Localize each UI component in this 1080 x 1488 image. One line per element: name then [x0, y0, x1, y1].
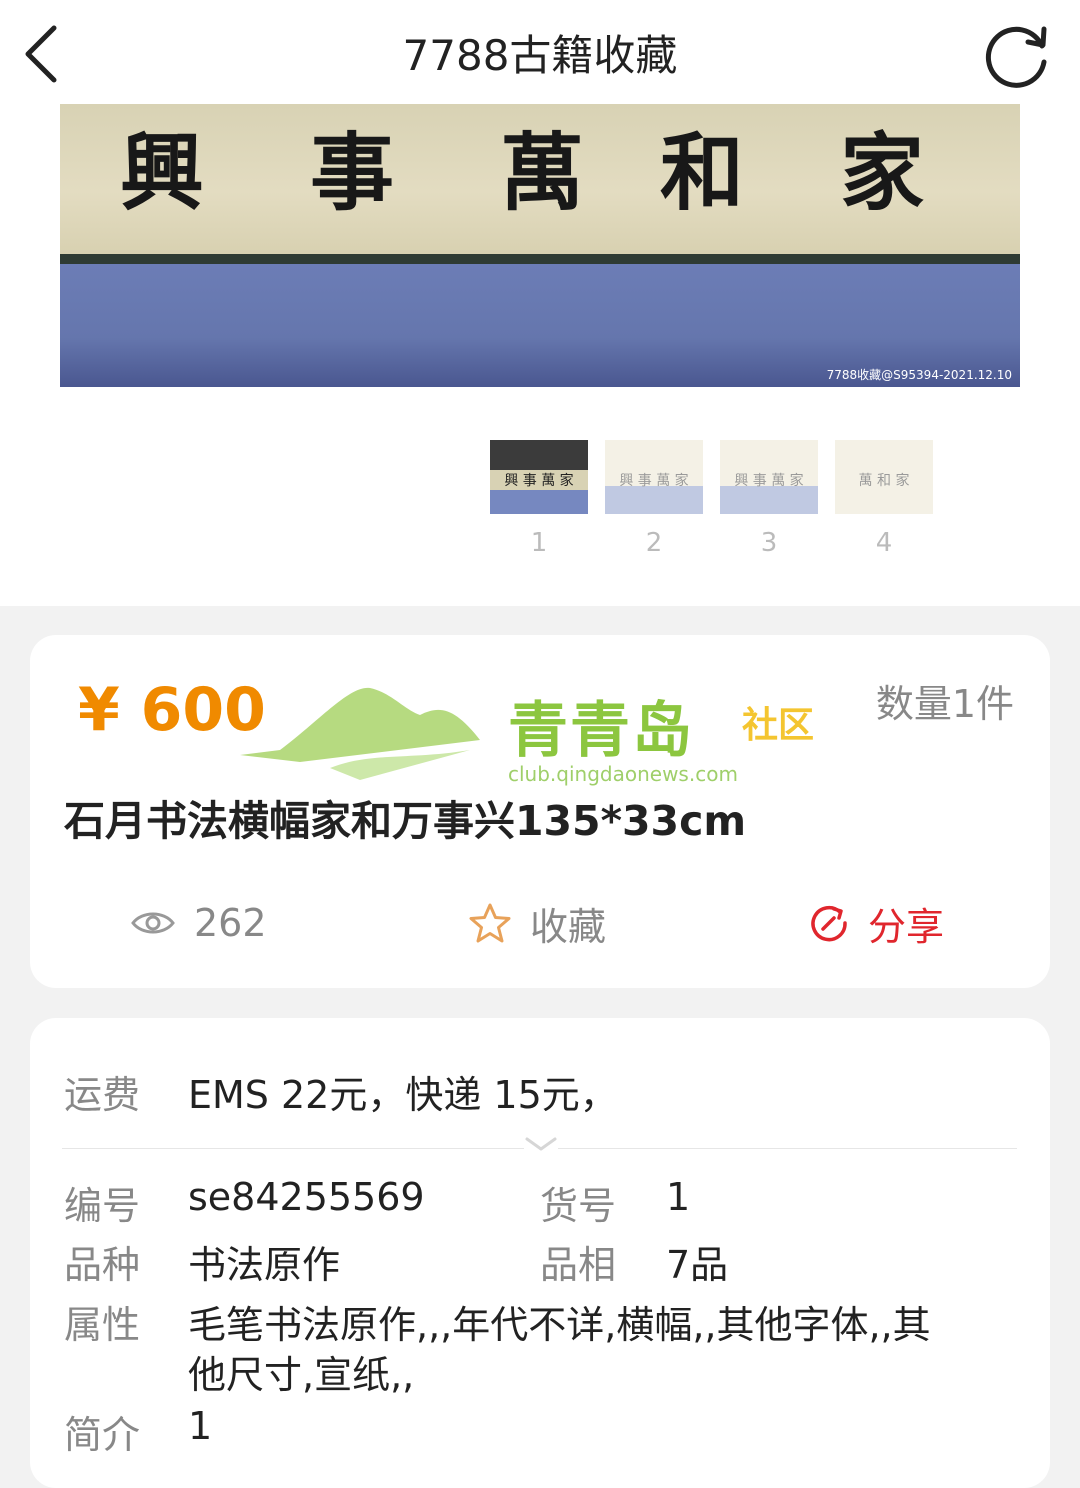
share-label: 分享: [868, 904, 945, 949]
calligraphy-char: 家: [840, 123, 925, 222]
category-value: 书法原作: [188, 1243, 341, 1287]
product-main-image[interactable]: 興 事 萬 和 家 7788收藏@S95394-2021.12.10: [60, 104, 1020, 387]
mountain-logo-icon: [240, 687, 480, 780]
attributes-value-line2: 他尺寸,宣纸,,: [188, 1353, 415, 1397]
product-details-card: 运费 EMS 22元，快递 15元， 编号 se84255569 货号 1 品种…: [30, 1018, 1050, 1488]
attributes-label: 属性: [64, 1303, 141, 1347]
calligraphy-char: 萬: [500, 123, 585, 222]
attributes-value-line1: 毛笔书法原作,,,年代不详,横幅,,其他字体,,其: [188, 1303, 931, 1347]
thumbnail-number: 3: [760, 528, 778, 558]
eye-icon: [131, 912, 175, 934]
thumbnail-number: 4: [875, 528, 893, 558]
top-section: 7788古籍收藏 興 事 萬 和 家 7788收藏@S95394-2021.12…: [0, 0, 1080, 606]
thumbnail-4[interactable]: 萬 和 家: [835, 440, 933, 514]
intro-value: 1: [188, 1404, 213, 1448]
share-icon: [811, 905, 847, 942]
intro-label: 简介: [64, 1413, 141, 1457]
thumbnail-number: 1: [530, 528, 548, 558]
calligraphy-char: 和: [660, 123, 745, 222]
refresh-icon: [985, 26, 1047, 88]
id-label: 编号: [64, 1184, 141, 1228]
shipping-value: EMS 22元，快递 15元，: [188, 1073, 618, 1117]
star-icon: [469, 903, 511, 943]
item-no-label: 货号: [540, 1184, 617, 1228]
category-label: 品种: [64, 1243, 141, 1287]
condition-value: 7品: [666, 1243, 729, 1287]
product-name: 石月书法横幅家和万事兴135*33cm: [64, 797, 747, 845]
item-no-value: 1: [666, 1175, 691, 1219]
thumbnail-3[interactable]: 興 事 萬 家: [720, 440, 818, 514]
share-button[interactable]: 分享: [808, 893, 944, 953]
price: ¥ 600: [78, 675, 266, 745]
logo-text: 青青岛: [508, 696, 694, 766]
thumbnail-number: 2: [645, 528, 663, 558]
site-watermark-logo: 青青岛 社区 club.qingdaonews.com: [240, 680, 840, 790]
page-title: 7788古籍收藏: [402, 31, 678, 80]
favorite-button[interactable]: 收藏: [468, 893, 606, 953]
refresh-button[interactable]: [980, 18, 1056, 94]
id-value: se84255569: [188, 1175, 425, 1219]
view-count-value: 262: [194, 901, 267, 945]
view-count: 262: [130, 893, 267, 953]
condition-label: 品相: [540, 1243, 617, 1287]
thumbnail-2[interactable]: 興 事 萬 家: [605, 440, 703, 514]
calligraphy-char: 事: [310, 123, 395, 222]
quantity: 数量1件: [875, 682, 1014, 726]
calligraphy-char: 興: [120, 123, 205, 222]
logo-subtext: 社区: [742, 705, 815, 746]
chevron-down-icon: [525, 1137, 557, 1151]
expand-button[interactable]: [524, 1135, 558, 1155]
thumbnail-1[interactable]: 興 事 萬 家: [490, 440, 588, 514]
product-info-card: ¥ 600 数量1件 青青岛 社区 club.qingdaonews.com 石…: [30, 635, 1050, 988]
header-bar: 7788古籍收藏: [0, 0, 1080, 104]
logo-url: club.qingdaonews.com: [508, 762, 738, 786]
shipping-label: 运费: [64, 1073, 141, 1117]
image-watermark: 7788收藏@S95394-2021.12.10: [826, 368, 1012, 382]
favorite-label: 收藏: [530, 904, 607, 949]
